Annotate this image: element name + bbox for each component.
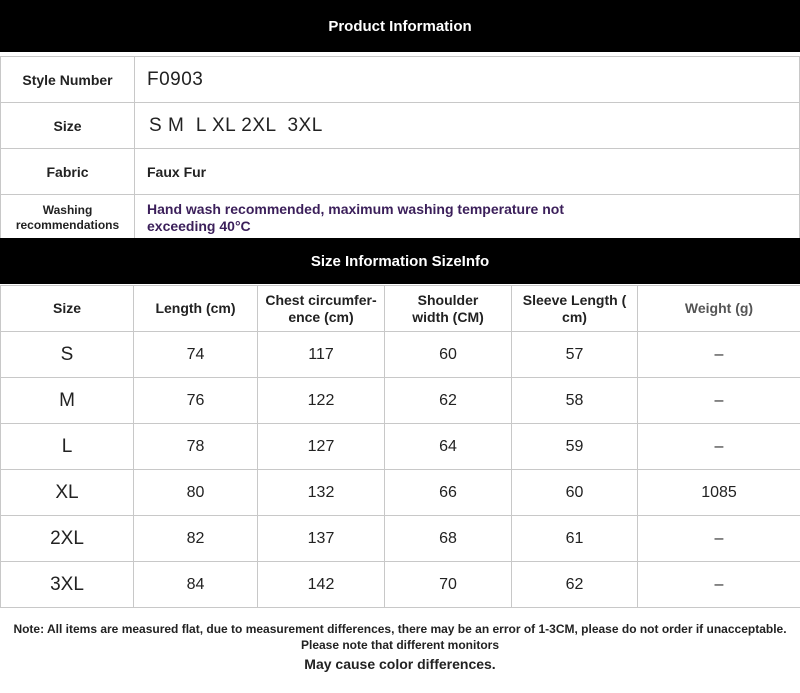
cell-sleeve: 59: [511, 423, 638, 470]
cell-length: 84: [133, 561, 258, 608]
cell-weight: –: [637, 377, 800, 424]
cell-shoulder: 68: [384, 515, 512, 562]
cell-weight: –: [637, 331, 800, 378]
washing-label-line2: recommendations: [15, 217, 120, 232]
cell-sleeve: 61: [511, 515, 638, 562]
cell-size: 3XL: [0, 561, 134, 608]
cell-chest: 127: [257, 423, 385, 470]
style-number-row: Style Number F0903: [0, 56, 800, 103]
cell-shoulder: 70: [384, 561, 512, 608]
washing-row: Washing recommendations Hand wash recomm…: [0, 194, 800, 241]
cell-weight: –: [637, 515, 800, 562]
size-information-header: Size Information SizeInfo: [0, 238, 800, 284]
cell-sleeve: 62: [511, 561, 638, 608]
cell-size: S: [0, 331, 134, 378]
washing-label: Washing recommendations: [0, 194, 135, 241]
cell-weight: –: [637, 561, 800, 608]
cell-sleeve: 58: [511, 377, 638, 424]
cell-size: L: [0, 423, 134, 470]
cell-size: 2XL: [0, 515, 134, 562]
cell-chest: 122: [257, 377, 385, 424]
cell-length: 80: [133, 469, 258, 516]
size-value: S M L XL 2XL 3XL: [134, 102, 800, 149]
size-information-title: Size Information SizeInfo: [310, 252, 490, 270]
cell-length: 82: [133, 515, 258, 562]
size-row: Size S M L XL 2XL 3XL: [0, 102, 800, 149]
fabric-row: Fabric Faux Fur: [0, 148, 800, 195]
product-information-title: Product Information: [328, 17, 472, 35]
table-row: S 74 117 60 57 –: [0, 331, 800, 378]
table-row: XL 80 132 66 60 1085: [0, 469, 800, 516]
cell-length: 76: [133, 377, 258, 424]
washing-value-line1: Hand wash recommended, maximum washing t…: [147, 200, 564, 217]
column-header-shoulder: Shoulder width (CM): [384, 285, 512, 332]
size-chart-header-row: Size Length (cm) Chest circumfer-ence (c…: [0, 285, 800, 332]
column-header-size: Size: [0, 285, 134, 332]
washing-value: Hand wash recommended, maximum washing t…: [134, 194, 800, 241]
washing-value-line2: exceeding 40°C: [147, 217, 251, 234]
column-header-chest: Chest circumfer-ence (cm): [257, 285, 385, 332]
cell-weight: 1085: [637, 469, 800, 516]
washing-label-line1: Washing: [42, 202, 93, 217]
cell-weight: –: [637, 423, 800, 470]
column-header-weight: Weight (g): [637, 285, 800, 332]
cell-sleeve: 60: [511, 469, 638, 516]
fabric-value: Faux Fur: [134, 148, 800, 195]
style-number-value: F0903: [134, 56, 800, 103]
table-row: 3XL 84 142 70 62 –: [0, 561, 800, 608]
table-row: 2XL 82 137 68 61 –: [0, 515, 800, 562]
fabric-label: Fabric: [0, 148, 135, 195]
note-line-3: May cause color differences.: [304, 656, 496, 672]
cell-shoulder: 64: [384, 423, 512, 470]
cell-chest: 117: [257, 331, 385, 378]
table-row: M 76 122 62 58 –: [0, 377, 800, 424]
cell-chest: 132: [257, 469, 385, 516]
cell-size: M: [0, 377, 134, 424]
cell-shoulder: 60: [384, 331, 512, 378]
measurement-note: Note: All items are measured flat, due t…: [0, 621, 800, 672]
cell-length: 78: [133, 423, 258, 470]
cell-shoulder: 66: [384, 469, 512, 516]
column-header-sleeve: Sleeve Length (cm): [511, 285, 638, 332]
size-chart-table: Size Length (cm) Chest circumfer-ence (c…: [0, 285, 800, 608]
style-number-label: Style Number: [0, 56, 135, 103]
size-label: Size: [0, 102, 135, 149]
product-info-table: Style Number F0903 Size S M L XL 2XL 3XL…: [0, 56, 800, 241]
cell-chest: 142: [257, 561, 385, 608]
cell-size: XL: [0, 469, 134, 516]
table-row: L 78 127 64 59 –: [0, 423, 800, 470]
column-header-length: Length (cm): [133, 285, 258, 332]
cell-shoulder: 62: [384, 377, 512, 424]
cell-chest: 137: [257, 515, 385, 562]
cell-length: 74: [133, 331, 258, 378]
cell-sleeve: 57: [511, 331, 638, 378]
note-line-2: Please note that different monitors: [300, 638, 500, 652]
note-line-1: Note: All items are measured flat, due t…: [13, 622, 787, 636]
product-information-header: Product Information: [0, 0, 800, 52]
